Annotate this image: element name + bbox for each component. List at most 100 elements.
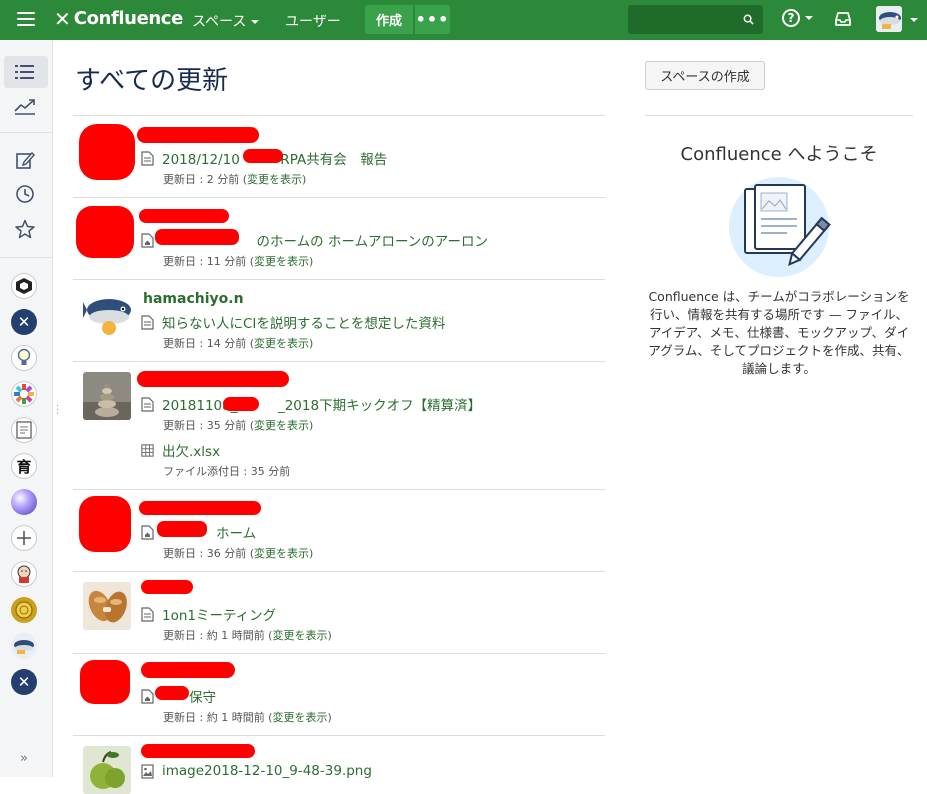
fish-avatar-icon	[876, 6, 902, 32]
redacted-avatar	[76, 206, 134, 258]
view-changes-link[interactable]: 変更を表示	[254, 255, 309, 268]
notifications-icon[interactable]	[834, 10, 852, 28]
user-avatar[interactable]	[876, 6, 902, 32]
home-icon	[141, 688, 154, 704]
space-fish-icon[interactable]	[11, 633, 37, 659]
meta-text: )	[327, 629, 332, 642]
update-meta: 更新日 : 35 分前 (変更を表示)	[163, 417, 313, 433]
feed-item: hamachiyo.n 知らない人にCIを説明することを想定した資料 更新日 :…	[73, 279, 605, 361]
update-meta: 更新日 : 約 1 時間前 (変更を表示)	[163, 627, 332, 643]
redacted-avatar	[80, 660, 130, 704]
page-title-link[interactable]: 20181108_ _2018下期キックオフ【精算済】	[162, 394, 481, 414]
meta-text: )	[308, 419, 314, 432]
popular-trend-icon[interactable]	[13, 94, 37, 118]
activity-feed: 2018/12/10 RPA共有会 報告 更新日 : 2 分前 (変更を表示) …	[73, 115, 605, 794]
view-changes-link[interactable]: 変更を表示	[254, 547, 309, 560]
attachment-link[interactable]: 出欠.xlsx	[162, 440, 220, 460]
help-icon: ?	[782, 9, 800, 27]
space-kanji-iku-icon[interactable]: 育	[11, 453, 37, 479]
saved-star-icon[interactable]	[13, 217, 37, 241]
feed-entry: 20181108_ _2018下期キックオフ【精算済】	[141, 394, 481, 414]
nav-spaces-label: スペース	[192, 14, 247, 30]
view-changes-link[interactable]: 変更を表示	[254, 419, 309, 432]
space-jenkins-icon[interactable]	[11, 561, 37, 587]
view-changes-link[interactable]: 変更を表示	[272, 711, 327, 724]
space-document-icon[interactable]	[11, 417, 37, 443]
page-icon	[141, 396, 154, 412]
page-icon	[141, 314, 154, 330]
author-name[interactable]: hamachiyo.n	[143, 291, 244, 307]
redacted-author	[137, 371, 289, 387]
left-sidebar: ✕ 育 ✕ »	[0, 40, 53, 777]
sidebar-resize-handle[interactable]: · · ·	[56, 402, 59, 420]
nav-spaces-menu[interactable]: スペース	[192, 11, 260, 31]
space-colorwheel-icon[interactable]	[11, 381, 37, 407]
nav-users-link[interactable]: ユーザー	[285, 11, 341, 31]
meta-text: 更新日 : 14 分前 (	[163, 337, 254, 350]
author-avatar[interactable]	[83, 582, 131, 630]
help-menu[interactable]: ?	[782, 9, 813, 27]
redacted-author	[141, 580, 193, 594]
meta-text: )	[327, 711, 332, 724]
sidebar-divider	[0, 257, 53, 258]
author-avatar[interactable]	[83, 290, 131, 338]
feed-entry: 知らない人にCIを説明することを想定した資料	[141, 312, 445, 332]
edit-drafts-icon[interactable]	[13, 148, 37, 172]
chevron-down-icon	[251, 20, 260, 24]
redacted-author	[137, 127, 259, 143]
welcome-illustration-icon	[729, 177, 831, 277]
search-input[interactable]	[628, 5, 738, 34]
feed-item: 保守 更新日 : 約 1 時間前 (変更を表示)	[73, 653, 605, 735]
space-orb-icon[interactable]	[11, 489, 37, 515]
redacted-avatar	[79, 124, 135, 180]
view-changes-link[interactable]: 変更を表示	[272, 629, 327, 642]
redacted-author	[139, 209, 229, 223]
page-icon	[141, 150, 154, 166]
feed-item: のホームの ホームアローンのアーロン 更新日 : 11 分前 (変更を表示)	[73, 197, 605, 279]
fruit-photo-icon	[83, 746, 131, 794]
confluence-logo[interactable]: ✕ Confluence	[54, 8, 183, 30]
spreadsheet-icon	[141, 443, 154, 457]
meta-text: 更新日 : 2 分前 (	[163, 173, 247, 186]
author-avatar[interactable]	[83, 372, 131, 420]
view-changes-link[interactable]: 変更を表示	[247, 173, 302, 186]
stones-photo-icon	[83, 372, 131, 420]
space-lightbulb-icon[interactable]	[11, 345, 37, 371]
meta-text: 更新日 : 35 分前 (	[163, 419, 254, 432]
space-confluence-icon[interactable]: ✕	[11, 309, 37, 335]
fish-avatar-icon	[83, 290, 131, 338]
recent-clock-icon[interactable]	[13, 182, 37, 206]
create-more-button[interactable]: •••	[415, 5, 450, 34]
welcome-title: Confluence へようこそ	[680, 144, 878, 165]
image-icon	[141, 763, 154, 779]
redacted-text	[155, 686, 189, 700]
page-title-link[interactable]: 知らない人にCIを説明することを想定した資料	[162, 312, 445, 332]
sidebar-expand-button[interactable]: »	[20, 751, 28, 766]
page-title-link[interactable]: 1on1ミーティング	[162, 604, 276, 624]
redacted-author	[141, 744, 255, 758]
brand-name: Confluence	[73, 8, 184, 29]
redacted-text	[243, 149, 283, 163]
all-updates-icon[interactable]	[13, 60, 37, 84]
meta-text: )	[301, 173, 307, 186]
page-title: すべての更新	[75, 66, 229, 96]
home-icon	[141, 232, 154, 248]
feed-item: 1on1ミーティング 更新日 : 約 1 時間前 (変更を表示)	[73, 571, 605, 653]
update-meta: 更新日 : 36 分前 (変更を表示)	[163, 545, 313, 561]
search-box	[628, 5, 763, 34]
space-confluence-icon[interactable]: ✕	[11, 669, 37, 695]
author-avatar[interactable]	[83, 746, 131, 794]
create-button[interactable]: 作成	[365, 5, 413, 34]
search-icon[interactable]	[743, 14, 754, 25]
chevron-down-icon[interactable]	[910, 18, 918, 22]
redacted-avatar	[79, 496, 131, 552]
space-cube-icon[interactable]	[11, 273, 37, 299]
space-gold-coin-icon[interactable]	[11, 597, 37, 623]
space-plus-icon[interactable]	[11, 525, 37, 551]
meta-text: 更新日 : 約 1 時間前 (	[163, 711, 273, 724]
create-space-button[interactable]: スペースの作成	[645, 61, 765, 90]
view-changes-link[interactable]: 変更を表示	[254, 337, 309, 350]
feed-entry: 1on1ミーティング	[141, 604, 276, 624]
menu-icon[interactable]	[17, 12, 35, 28]
right-panel-divider	[645, 115, 913, 116]
